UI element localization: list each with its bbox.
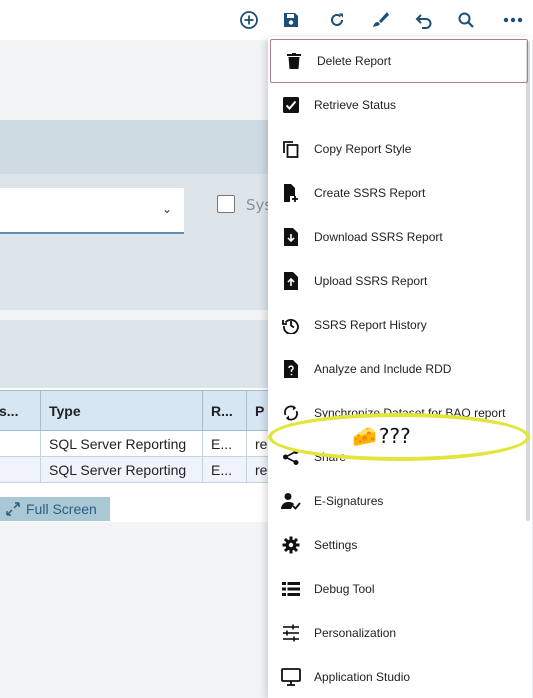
- table-cell[interactable]: SQL Server Reporting: [40, 456, 203, 483]
- overflow-menu: Delete Report Retrieve Status Copy Repor…: [268, 37, 532, 698]
- menu-item-label: E-Signatures: [314, 494, 384, 508]
- checkbox-icon: [280, 94, 302, 116]
- brush-icon: [373, 12, 389, 27]
- refresh-button[interactable]: [325, 8, 349, 32]
- more-icon: [503, 17, 523, 23]
- gear-icon: [280, 534, 302, 556]
- menu-item-label: Retrieve Status: [314, 98, 397, 112]
- undo-icon: [415, 14, 432, 29]
- menu-item-download-ssrs-report[interactable]: Download SSRS Report: [268, 215, 532, 259]
- menu-item-personalization[interactable]: Personalization: [268, 611, 532, 655]
- full-screen-button[interactable]: Full Screen: [0, 497, 110, 521]
- search-icon: [458, 12, 474, 28]
- monitor-icon: [280, 666, 302, 688]
- table-cell[interactable]: E...: [202, 456, 247, 483]
- menu-item-label: Download SSRS Report: [314, 230, 443, 244]
- sys-checkbox[interactable]: [217, 195, 235, 213]
- table-cell[interactable]: SQL Server Reporting: [40, 430, 203, 457]
- column-header-type[interactable]: Type: [40, 390, 203, 431]
- menu-item-create-ssrs-report[interactable]: Create SSRS Report: [268, 171, 532, 215]
- trash-icon: [283, 50, 305, 72]
- annotation-label: 🧀 ???: [352, 424, 411, 448]
- menu-item-debug-tool[interactable]: Debug Tool: [268, 567, 532, 611]
- menu-item-label: Settings: [314, 538, 358, 552]
- chevron-down-icon: ⌄: [161, 202, 172, 216]
- expand-icon: [6, 502, 20, 516]
- sliders-icon: [280, 622, 302, 644]
- clear-button[interactable]: [368, 8, 392, 32]
- table-cell[interactable]: [0, 430, 41, 457]
- menu-item-label: Upload SSRS Report: [314, 274, 428, 288]
- history-icon: [280, 314, 302, 336]
- menu-item-label: Debug Tool: [314, 582, 375, 596]
- menu-item-label: Personalization: [314, 626, 397, 640]
- plus-circle-icon: [240, 11, 258, 29]
- signature-icon: [280, 490, 302, 512]
- table-cell[interactable]: [0, 456, 41, 483]
- column-header[interactable]: s...: [0, 390, 41, 431]
- search-button[interactable]: [454, 8, 478, 32]
- file-question-icon: [280, 358, 302, 380]
- menu-item-label: Delete Report: [317, 54, 392, 68]
- menu-item-upload-ssrs-report[interactable]: Upload SSRS Report: [268, 259, 532, 303]
- file-download-icon: [280, 226, 302, 248]
- grid-header-row: s... Type R... P: [0, 390, 277, 431]
- menu-item-retrieve-status[interactable]: Retrieve Status: [268, 83, 532, 127]
- file-plus-icon: [280, 182, 302, 204]
- refresh-icon: [331, 13, 343, 26]
- file-upload-icon: [280, 270, 302, 292]
- annotation-text: ???: [378, 424, 411, 448]
- add-button[interactable]: [237, 8, 261, 32]
- table-cell[interactable]: E...: [202, 430, 247, 457]
- menu-item-label: Copy Report Style: [314, 142, 412, 156]
- table-row[interactable]: SQL Server Reporting E... re: [0, 430, 277, 457]
- menu-item-label: Analyze and Include RDD: [314, 362, 452, 376]
- undo-button[interactable]: [412, 8, 436, 32]
- cheese-icon: 🧀: [352, 424, 377, 448]
- menu-item-label: Create SSRS Report: [314, 186, 426, 200]
- report-grid: s... Type R... P SQL Server Reporting E.…: [0, 390, 277, 483]
- menu-item-e-signatures[interactable]: E-Signatures: [268, 479, 532, 523]
- save-button[interactable]: [279, 8, 303, 32]
- top-toolbar: [0, 0, 533, 40]
- more-button[interactable]: [501, 8, 525, 32]
- menu-item-ssrs-report-history[interactable]: SSRS Report History: [268, 303, 532, 347]
- menu-item-label: SSRS Report History: [314, 318, 427, 332]
- menu-item-label: Application Studio: [314, 670, 411, 684]
- copy-icon: [280, 138, 302, 160]
- menu-item-copy-report-style[interactable]: Copy Report Style: [268, 127, 532, 171]
- list-icon: [280, 578, 302, 600]
- menu-item-application-studio[interactable]: Application Studio: [268, 655, 532, 698]
- menu-item-analyze-include-rdd[interactable]: Analyze and Include RDD: [268, 347, 532, 391]
- table-row[interactable]: SQL Server Reporting E... re: [0, 456, 277, 483]
- menu-item-settings[interactable]: Settings: [268, 523, 532, 567]
- menu-item-delete-report[interactable]: Delete Report: [270, 39, 528, 83]
- save-icon: [284, 13, 298, 27]
- column-header[interactable]: R...: [202, 390, 247, 431]
- full-screen-label: Full Screen: [26, 501, 97, 517]
- report-select[interactable]: ⌄: [0, 188, 184, 234]
